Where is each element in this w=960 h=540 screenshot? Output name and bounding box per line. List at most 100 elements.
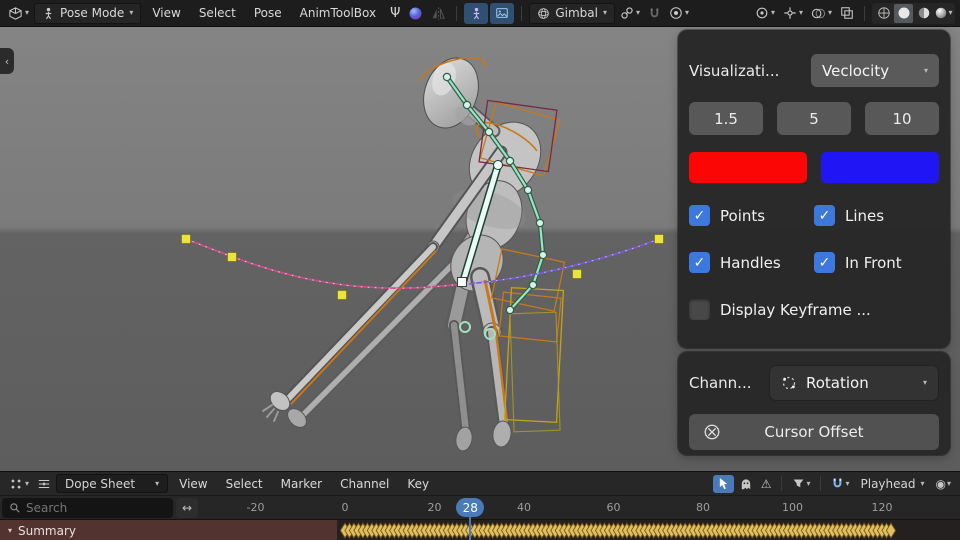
toolbar-pull-tab[interactable]: ‹ — [0, 48, 14, 74]
proportional-editing-button[interactable]: ▾ — [666, 4, 692, 22]
ruler-tick: 40 — [517, 501, 531, 514]
snap-toggle-button[interactable] — [645, 5, 664, 22]
channel-type-dropdown[interactable]: Rotation ▾ — [769, 365, 939, 401]
dope-menu-channel[interactable]: Channel — [331, 474, 398, 494]
size-button-10[interactable]: 10 — [865, 102, 939, 135]
visualization-type-value: Veclocity — [822, 62, 889, 80]
checkbox-handles[interactable]: ✓ Handles — [689, 252, 814, 273]
timeline-ruler[interactable]: ↔ 28 -20020406080100120 — [0, 495, 960, 519]
warning-icon: ⚠ — [761, 478, 772, 490]
image-overlay-button[interactable] — [490, 3, 514, 24]
color-swatch-row — [689, 152, 939, 183]
dopesheet-editor-selector[interactable]: ▾ — [6, 475, 32, 493]
dopesheet-mode-dropdown[interactable]: Dope Sheet ▾ — [56, 474, 168, 493]
mirror-tool-button[interactable] — [428, 4, 449, 23]
checkbox-label: Handles — [720, 254, 781, 272]
viewport-shading-group: ▾ — [872, 3, 955, 24]
cursor-arrow-icon — [718, 477, 729, 490]
editor-type-selector[interactable]: ▾ — [5, 4, 32, 23]
image-icon — [495, 6, 509, 20]
channel-title: Chann... — [689, 374, 769, 392]
unchecked-checkbox-icon[interactable] — [689, 299, 710, 320]
checked-checkbox-icon[interactable]: ✓ — [814, 252, 835, 273]
channel-search-box[interactable] — [2, 498, 173, 518]
filter-invert-button[interactable]: ↔ — [176, 498, 198, 518]
current-frame-badge[interactable]: 28 — [456, 498, 484, 517]
dope-menu-marker[interactable]: Marker — [272, 474, 331, 494]
dopesheet-mode-button[interactable] — [34, 475, 54, 493]
show-hidden-filter-button[interactable] — [736, 477, 756, 491]
size-button-row: 1.5 5 10 — [689, 102, 939, 135]
checkbox-label: Display Keyframe ... — [720, 301, 871, 319]
solid-sphere-icon — [897, 6, 911, 20]
summary-channel[interactable]: ▾ Summary — [0, 520, 337, 540]
size-button-5[interactable]: 5 — [777, 102, 851, 135]
show-errors-filter-button[interactable]: ⚠ — [758, 478, 775, 490]
blue-color-swatch[interactable] — [821, 152, 939, 183]
dope-menu-select[interactable]: Select — [217, 474, 272, 494]
ruler-tick: 120 — [872, 501, 893, 514]
cursor-offset-button[interactable]: Cursor Offset — [689, 414, 939, 450]
checked-checkbox-icon[interactable]: ✓ — [689, 252, 710, 273]
dopesheet-header: ▾ Dope Sheet ▾ ViewSelectMarkerChannelKe… — [0, 471, 960, 495]
character-overlay-button[interactable] — [464, 3, 488, 24]
checkbox-label: In Front — [845, 254, 902, 272]
show-gizmo-button[interactable]: ▾ — [780, 4, 806, 22]
transform-orientation-dropdown[interactable]: Gimbal ▾ — [529, 3, 615, 24]
shading-material-button[interactable] — [914, 4, 933, 23]
size-button-1-5[interactable]: 1.5 — [689, 102, 763, 135]
cursor-offset-icon — [703, 423, 721, 441]
dopesheet-mode-value: Dope Sheet — [65, 477, 135, 491]
summary-row[interactable]: ▾ Summary — [0, 519, 960, 540]
mode-dropdown[interactable]: Pose Mode ▾ — [34, 3, 141, 24]
checkbox-lines[interactable]: ✓Lines — [814, 205, 939, 226]
rendered-sphere-icon — [934, 6, 948, 20]
sphere-tool-button[interactable] — [405, 4, 426, 23]
snap-mode-dropdown[interactable]: Playhead ▾ — [855, 477, 931, 491]
dope-menu-view[interactable]: View — [170, 474, 216, 494]
xray-toggle-button[interactable] — [837, 4, 857, 22]
divider — [781, 476, 782, 491]
menu-pose[interactable]: Pose — [245, 3, 291, 23]
shading-wireframe-button[interactable] — [874, 4, 893, 23]
filter-button[interactable]: ▾ — [789, 477, 813, 490]
chevron-down-icon: ▾ — [806, 480, 810, 488]
playhead-line[interactable] — [469, 516, 471, 540]
show-overlays-button[interactable]: ▾ — [808, 4, 835, 23]
shading-solid-button[interactable] — [894, 4, 913, 23]
dopesheet-menubar: ViewSelectMarkerChannelKey — [170, 474, 438, 494]
shading-rendered-button[interactable]: ▾ — [934, 4, 953, 23]
chevron-down-icon: ▾ — [923, 379, 927, 387]
material-sphere-icon — [917, 6, 931, 20]
character-icon — [470, 7, 483, 20]
menu-select[interactable]: Select — [190, 3, 245, 23]
3d-viewport[interactable]: ‹ Visualizati... Veclocity ▾ 1.5510 ✓Poi… — [0, 27, 960, 471]
current-frame-marker[interactable] — [458, 278, 467, 287]
proportional-circle-icon — [669, 6, 683, 20]
chevron-down-icon: ▾ — [920, 480, 924, 488]
checkbox-points[interactable]: ✓Points — [689, 205, 814, 226]
checkbox-display-keyframe[interactable]: Display Keyframe ... — [689, 299, 939, 320]
snap-keyframes-button[interactable]: ▾ — [828, 477, 852, 490]
menu-animtoolbox[interactable]: AnimToolBox — [291, 3, 385, 23]
visualization-type-dropdown[interactable]: Veclocity ▾ — [811, 54, 939, 87]
red-color-swatch[interactable] — [689, 152, 807, 183]
pivot-point-button[interactable]: ▾ — [752, 4, 778, 22]
ruler-tick: 0 — [342, 501, 349, 514]
checkbox-in-front[interactable]: ✓ In Front — [814, 252, 939, 273]
ruler-tick: 100 — [782, 501, 803, 514]
snap-target-button[interactable]: ▾ — [617, 4, 643, 22]
trident-icon: Ψ — [390, 7, 400, 20]
checked-checkbox-icon[interactable]: ✓ — [689, 205, 710, 226]
search-icon — [9, 502, 21, 514]
dope-menu-key[interactable]: Key — [398, 474, 438, 494]
divider — [456, 6, 457, 21]
armature-tool-button[interactable]: Ψ — [387, 5, 403, 22]
only-selected-filter-button[interactable] — [713, 475, 734, 493]
proportional-edit-keys-button[interactable]: ◉ ▾ — [933, 478, 955, 490]
viewport-menubar: ViewSelectPoseAnimToolBox — [143, 3, 385, 23]
menu-view[interactable]: View — [143, 3, 189, 23]
checked-checkbox-icon[interactable]: ✓ — [814, 205, 835, 226]
search-input[interactable] — [26, 501, 146, 515]
chevron-down-icon: ▾ — [771, 9, 775, 17]
